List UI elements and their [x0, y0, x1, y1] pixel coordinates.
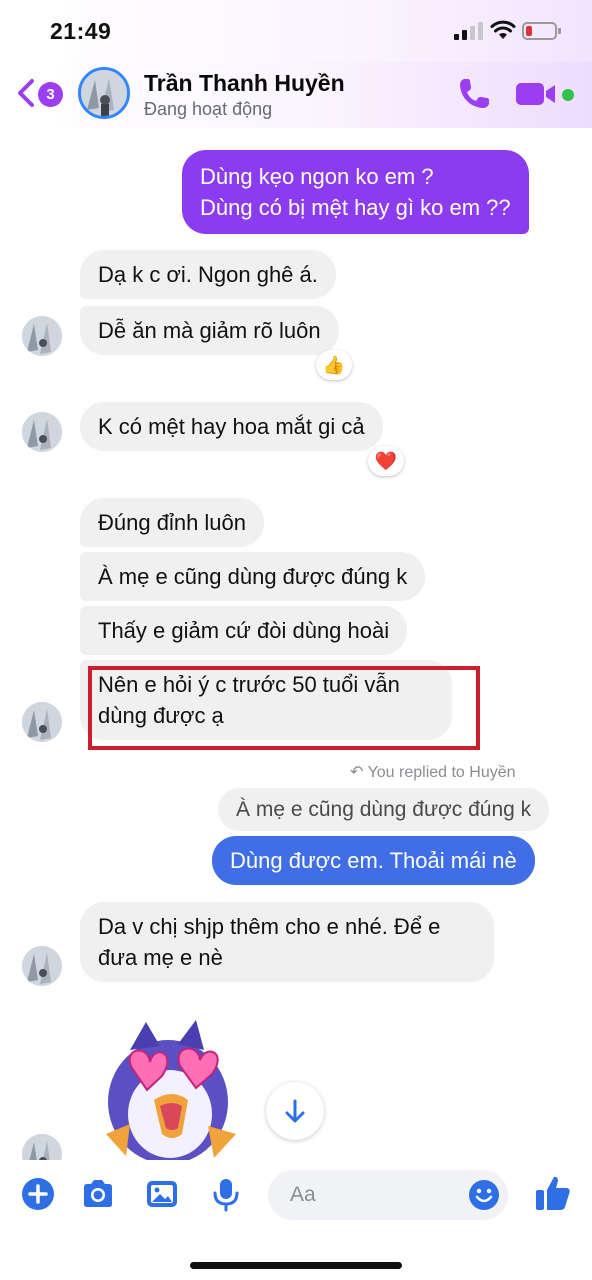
penguin-heart-eyes-sticker[interactable] — [100, 1016, 242, 1160]
outgoing-message[interactable]: Dùng được em. Thoải mái nè — [212, 836, 535, 885]
message-text: K có mệt hay hoa mắt gi cả — [98, 414, 365, 439]
message-text: À mẹ e cũng dùng được đúng k — [98, 564, 408, 589]
quoted-text: À mẹ e cũng dùng được đúng k — [236, 798, 532, 821]
chevron-left-icon[interactable] — [16, 78, 36, 108]
plus-circle-icon[interactable] — [20, 1176, 56, 1212]
image-gallery-icon[interactable] — [144, 1176, 180, 1212]
reaction-heart[interactable]: ❤️ — [368, 446, 404, 476]
message-text: Dùng được em. Thoải mái nè — [230, 848, 517, 873]
message-text: Thấy e giảm cứ đòi dùng hoài — [98, 618, 390, 643]
message-text: Đúng đỉnh luôn — [98, 510, 247, 535]
message-text: Dễ ăn mà giảm rõ luôn — [98, 318, 321, 343]
arrow-down-icon — [285, 1099, 305, 1123]
incoming-message[interactable]: Dễ ăn mà giảm rõ luôn — [80, 306, 339, 355]
sender-avatar — [22, 412, 62, 452]
message-text: Dạ k c ơi. Ngon ghê á. — [98, 262, 318, 287]
incoming-message[interactable]: Dạ k c ơi. Ngon ghê á. — [80, 250, 336, 299]
cellular-signal-icon — [454, 22, 483, 40]
smiley-icon[interactable] — [468, 1179, 500, 1211]
online-indicator — [562, 89, 574, 101]
reply-arrow-icon: ↶ — [350, 764, 364, 781]
message-text-line: Dùng có bị mệt hay gì ko em ?? — [200, 195, 511, 220]
thumbs-up-icon[interactable] — [534, 1174, 572, 1212]
outgoing-message[interactable]: Dùng kẹo ngon ko em ? Dùng có bị mệt hay… — [182, 150, 529, 234]
message-text-line: Dùng kẹo ngon ko em ? — [200, 164, 434, 189]
message-input-placeholder: Aa — [290, 1183, 316, 1206]
avatar-photo — [81, 70, 127, 116]
message-list[interactable]: Dùng kẹo ngon ko em ? Dùng có bị mệt hay… — [0, 128, 592, 1160]
unread-count-badge[interactable]: 3 — [38, 82, 63, 107]
contact-avatar[interactable] — [78, 67, 130, 119]
contact-name[interactable]: Trần Thanh Huyền — [144, 70, 345, 97]
conversation-header: 3 Trần Thanh Huyền Đang hoạt động — [0, 62, 592, 128]
battery-low-icon — [522, 22, 561, 40]
incoming-message[interactable]: Đúng đỉnh luôn — [80, 498, 265, 547]
reply-context-label: ↶ You replied to Huyền — [350, 762, 516, 782]
microphone-icon[interactable] — [208, 1176, 244, 1212]
incoming-message[interactable]: Thấy e giảm cứ đòi dùng hoài — [80, 606, 408, 655]
sender-avatar — [22, 702, 62, 742]
message-text-line: đưa mẹ e nè — [98, 945, 223, 970]
quoted-message[interactable]: À mẹ e cũng dùng được đúng k — [218, 788, 550, 831]
sender-avatar — [22, 316, 62, 356]
incoming-message[interactable]: K có mệt hay hoa mắt gi cả — [80, 402, 383, 451]
incoming-message[interactable]: À mẹ e cũng dùng được đúng k — [80, 552, 426, 601]
message-input[interactable]: Aa — [268, 1170, 508, 1220]
highlight-annotation-box — [88, 666, 480, 750]
video-camera-icon[interactable] — [515, 79, 557, 109]
message-text-line: Da v chị shjp thêm cho e nhé. Để e — [98, 914, 441, 939]
status-bar: 21:49 — [0, 0, 592, 62]
camera-icon[interactable] — [80, 1176, 116, 1212]
contact-status: Đang hoạt động — [144, 99, 273, 119]
phone-icon[interactable] — [456, 76, 492, 112]
status-time: 21:49 — [50, 18, 112, 44]
wifi-icon — [490, 20, 516, 39]
incoming-message[interactable]: Da v chị shjp thêm cho e nhé. Để e đưa m… — [80, 902, 494, 982]
home-indicator — [190, 1262, 402, 1269]
reply-context-text: You replied to Huyền — [367, 764, 516, 781]
reaction-thumbs-up[interactable]: 👍 — [316, 350, 352, 380]
sender-avatar — [22, 946, 62, 986]
sender-avatar — [22, 1134, 62, 1160]
scroll-to-bottom-button[interactable] — [266, 1082, 324, 1140]
message-composer: Aa — [0, 1160, 592, 1280]
